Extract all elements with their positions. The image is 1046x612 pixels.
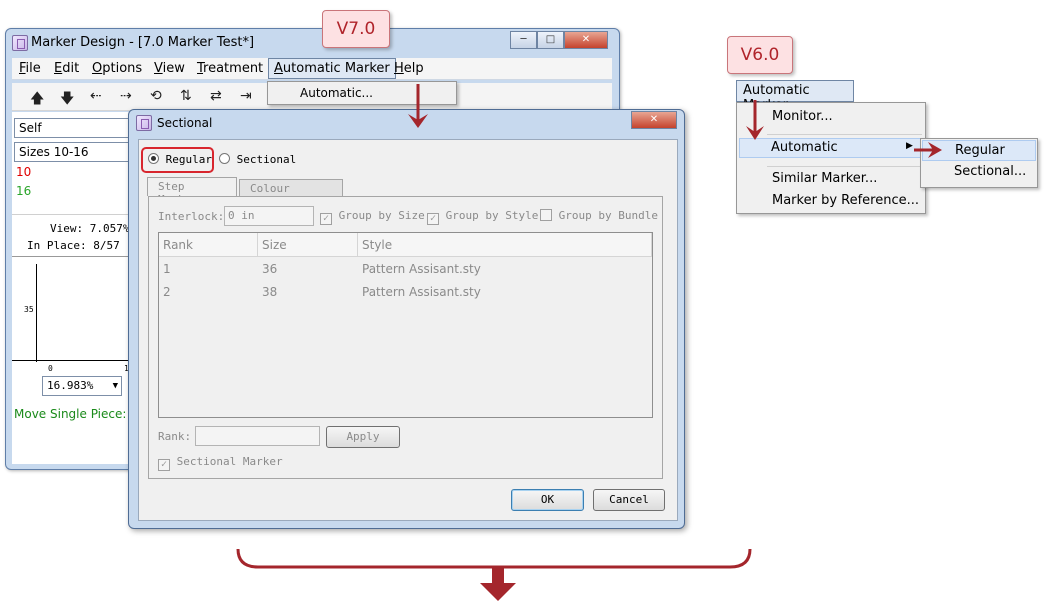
v6-menu-marker-by-reference[interactable]: Marker by Reference... — [772, 193, 919, 208]
arrow-right-icon[interactable]: ⇢ — [120, 88, 132, 104]
cell-style: Pattern Assisant.sty — [362, 285, 481, 299]
chk-group-bundle[interactable]: Group by Bundle — [540, 209, 658, 222]
ok-button[interactable]: OK — [511, 489, 584, 511]
radio-regular[interactable]: Regular — [148, 153, 212, 166]
dialog-icon — [136, 115, 152, 131]
rank-table: Rank Size Style 1 36 Pattern Assisant.st… — [158, 232, 653, 418]
vertical-ruler — [36, 264, 37, 362]
horizontal-ruler — [12, 360, 130, 361]
table-row[interactable]: 2 38 Pattern Assisant.sty — [159, 280, 652, 302]
dropdown-arrow-icon: ▼ — [112, 381, 118, 391]
chk-group-style[interactable]: ✓ Group by Style — [427, 209, 538, 225]
app-icon — [12, 35, 28, 51]
v6-submenu-regular-label: Regular — [955, 143, 1005, 158]
rank-label: Rank: — [158, 430, 192, 443]
version-label-v6: V6.0 — [727, 36, 793, 74]
ruler-zero-label: 0 — [48, 364, 53, 373]
maximize-icon[interactable]: □ — [537, 31, 564, 49]
inplace-label: In Place: 8/57 — [27, 239, 120, 252]
checkbox-icon — [540, 209, 552, 221]
table-row[interactable]: 1 36 Pattern Assisant.sty — [159, 257, 652, 279]
rotate-icon[interactable]: ⟲ — [150, 88, 162, 104]
menu-automatic-marker[interactable]: Automatic Marker — [268, 58, 396, 79]
flip-vertical-icon[interactable]: ⇅ — [180, 88, 192, 104]
ruler-tick-label: 35 — [24, 305, 34, 314]
radio-sectional[interactable]: Sectional — [219, 153, 296, 166]
apply-button[interactable]: Apply — [326, 426, 400, 448]
size-red-label: 10 — [16, 165, 32, 179]
window-title: Marker Design - [7.0 Marker Test*] — [31, 35, 255, 50]
menu-treatment[interactable]: Treatment — [197, 61, 263, 76]
close-icon[interactable]: ✕ — [564, 31, 608, 49]
v6-menu-monitor[interactable]: Monitor... — [772, 109, 833, 124]
menu-options[interactable]: Options — [92, 61, 142, 76]
checkbox-icon: ✓ — [320, 213, 332, 225]
minimize-icon[interactable]: ─ — [510, 31, 537, 49]
radio-icon — [219, 153, 230, 164]
column-header-rank[interactable]: Rank — [159, 233, 258, 257]
menu-help[interactable]: Help — [394, 61, 424, 76]
divider — [12, 256, 130, 257]
menu-view[interactable]: View — [154, 61, 185, 76]
arrow-right-icon — [914, 142, 942, 158]
view-label: View: 7.057% — [50, 222, 130, 235]
rank-input[interactable] — [195, 426, 320, 446]
radio-icon — [148, 153, 159, 164]
v6-submenu-sectional[interactable]: Sectional... — [954, 164, 1026, 179]
divider — [767, 166, 922, 167]
v6-menu-similar-marker[interactable]: Similar Marker... — [772, 171, 877, 186]
menu-file[interactable]: File — [19, 61, 41, 76]
zoom-combo[interactable]: 16.983% ▼ — [42, 376, 122, 396]
status-text: Move Single Piece: — [14, 407, 127, 421]
cell-size: 36 — [262, 262, 278, 276]
divider — [12, 214, 130, 215]
chk-group-size[interactable]: ✓ Group by Size — [320, 209, 425, 225]
chk-sectional-marker[interactable]: ✓ Sectional Marker — [158, 455, 283, 471]
cancel-button[interactable]: Cancel — [593, 489, 665, 511]
arrow-up-icon[interactable]: 🡅 — [30, 88, 44, 112]
v6-menu-automatic-label: Automatic — [771, 140, 838, 155]
size-green-label: 16 — [16, 184, 32, 198]
cell-style: Pattern Assisant.sty — [362, 262, 481, 276]
bracket-arrow — [236, 548, 752, 601]
arrow-down-icon — [746, 100, 764, 140]
cell-rank: 1 — [163, 262, 171, 276]
sizes-combo[interactable]: Sizes 10-16 — [14, 142, 130, 162]
interlock-input[interactable]: 0 in — [224, 206, 314, 226]
divider — [767, 134, 922, 135]
menu-item-automatic[interactable]: Automatic... — [300, 86, 373, 100]
flip-horizontal-icon[interactable]: ⇄ — [210, 88, 222, 104]
column-header-size[interactable]: Size — [258, 233, 358, 257]
menu-edit[interactable]: Edit — [54, 61, 79, 76]
arrow-down-icon — [408, 84, 428, 128]
checkbox-icon: ✓ — [158, 459, 170, 471]
checkbox-icon: ✓ — [427, 213, 439, 225]
window-controls: ─ □ ✕ — [510, 31, 608, 49]
cell-size: 38 — [262, 285, 278, 299]
arrow-down-icon[interactable]: 🡇 — [60, 88, 74, 112]
arrow-left-icon[interactable]: ⇠ — [90, 88, 102, 104]
menu-bar: File Edit Options View Treatment Automat… — [12, 58, 612, 80]
cell-rank: 2 — [163, 285, 171, 299]
v6-menu-automatic-marker[interactable]: Automatic Marker — [736, 80, 854, 113]
self-combo[interactable]: Self — [14, 118, 130, 138]
dialog-title: Sectional — [157, 116, 213, 130]
version-label-v7: V7.0 — [322, 10, 390, 48]
dialog-close-icon[interactable]: ✕ — [631, 111, 677, 129]
column-header-style[interactable]: Style — [358, 233, 652, 257]
align-icon[interactable]: ⇥ — [240, 88, 252, 104]
interlock-label: Interlock: — [158, 210, 225, 223]
tab-step-marker[interactable]: Step Marker — [147, 177, 237, 206]
